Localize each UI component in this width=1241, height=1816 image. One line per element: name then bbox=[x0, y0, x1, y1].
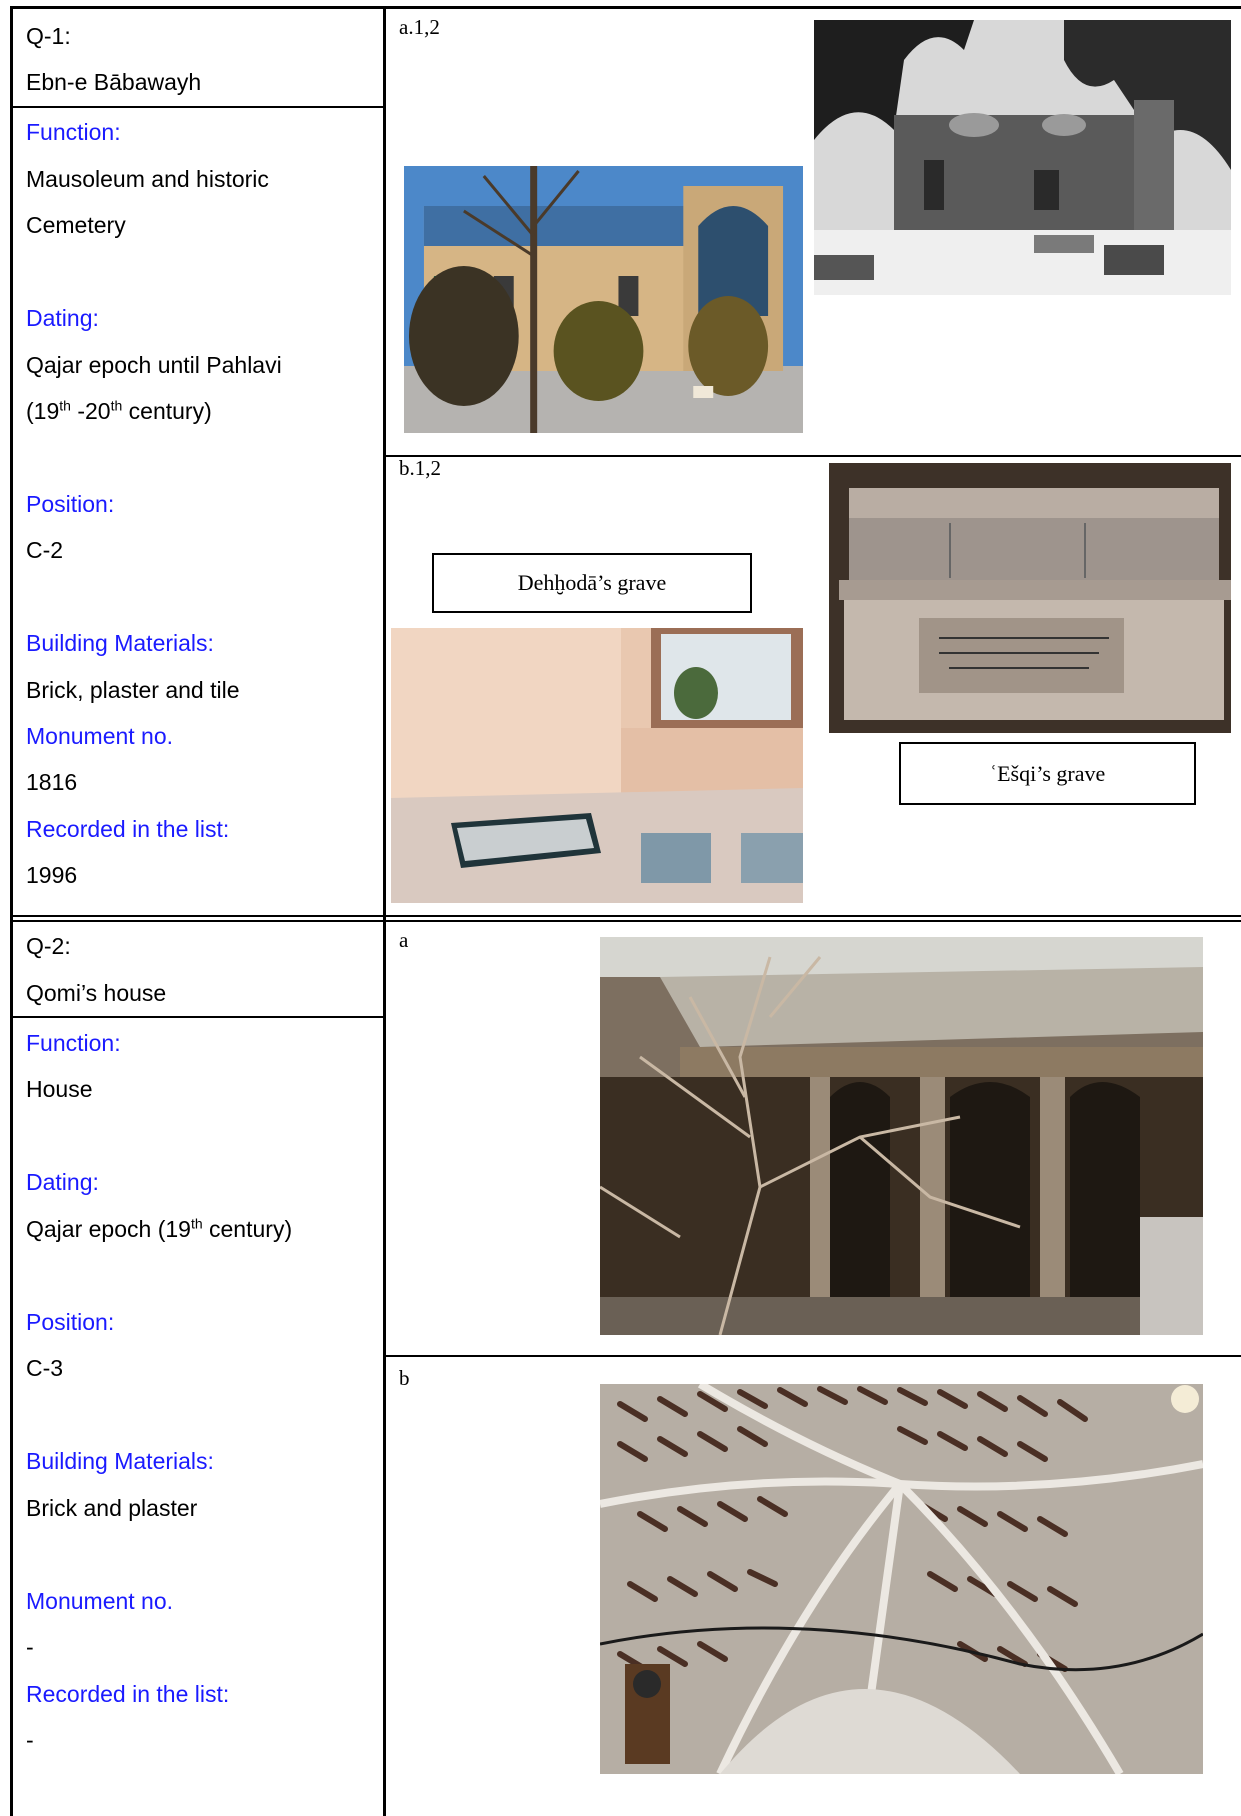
q1-caption-dehkhoda: Dehḫodā’s grave bbox=[432, 553, 752, 613]
q2-function-label: Function: bbox=[26, 1030, 121, 1056]
q1-monument-value: 1816 bbox=[26, 769, 78, 795]
table-top-border bbox=[10, 6, 1241, 9]
q2-recorded-value: - bbox=[26, 1727, 34, 1753]
q1-dating-sup-1: th bbox=[59, 397, 71, 414]
q2-id: Q-2: bbox=[26, 933, 71, 959]
q2-recorded-label: Recorded in the list: bbox=[26, 1681, 230, 1707]
q2-photo-brick-vault bbox=[600, 1384, 1203, 1774]
q1-function-value-1: Mausoleum and historic bbox=[26, 166, 269, 192]
q1-dating-sup-2: th bbox=[110, 397, 123, 414]
q1-materials-value: Brick, plaster and tile bbox=[26, 677, 240, 703]
q2-image-row-divider bbox=[385, 1355, 1241, 1357]
table-left-border bbox=[10, 6, 13, 1816]
q2-dating-label: Dating: bbox=[26, 1169, 99, 1195]
q1-materials-label: Building Materials: bbox=[26, 630, 214, 656]
q2-function-value: House bbox=[26, 1076, 93, 1102]
q1-dating-pre: (19 bbox=[26, 398, 60, 424]
q2-materials-value: Brick and plaster bbox=[26, 1495, 198, 1521]
q1-recorded-value: 1996 bbox=[26, 862, 78, 888]
q1-position-label: Position: bbox=[26, 491, 115, 517]
q1-position-value: C-2 bbox=[26, 537, 64, 563]
q1-photo-eshqi-grave bbox=[829, 463, 1231, 733]
q1-name-divider bbox=[12, 106, 384, 108]
q2-name: Qomi’s house bbox=[26, 980, 167, 1006]
q1-id: Q-1: bbox=[26, 23, 71, 49]
q1-function-label: Function: bbox=[26, 119, 121, 145]
q1-name: Ebn-e Bābawayh bbox=[26, 69, 202, 95]
q2-name-divider bbox=[12, 1016, 384, 1018]
q2-monument-label: Monument no. bbox=[26, 1588, 174, 1614]
q2-materials-label: Building Materials: bbox=[26, 1448, 214, 1474]
record-divider-second bbox=[10, 920, 1241, 922]
q1-recorded-label: Recorded in the list: bbox=[26, 816, 230, 842]
q2-tag-b: b bbox=[399, 1366, 410, 1390]
q1-function-value-2: Cemetery bbox=[26, 212, 126, 238]
q2-position-label: Position: bbox=[26, 1309, 115, 1335]
q2-photo-house-portico bbox=[600, 937, 1203, 1335]
column-divider bbox=[383, 6, 386, 1816]
q1-caption-eshqi-text: ʿEšqi’s grave bbox=[989, 760, 1106, 786]
q1-photo-mausoleum-historic bbox=[814, 20, 1231, 295]
q1-dating-value-2: (19th -20th century) bbox=[26, 397, 212, 425]
q2-dating-pre: Qajar epoch (19 bbox=[26, 1216, 191, 1242]
q1-caption-dehkhoda-text: Dehḫodā’s grave bbox=[517, 570, 667, 595]
q1-image-row-divider bbox=[385, 455, 1241, 457]
q1-tag-a: a.1,2 bbox=[399, 15, 440, 39]
q2-dating-sup: th bbox=[190, 1215, 203, 1232]
q2-position-value: C-3 bbox=[26, 1355, 64, 1381]
q2-monument-value: - bbox=[26, 1634, 34, 1660]
record-divider bbox=[10, 915, 1241, 917]
q2-dating-post: century) bbox=[202, 1216, 293, 1242]
q1-tag-b: b.1,2 bbox=[399, 456, 441, 480]
q2-tag-a: a bbox=[399, 928, 409, 952]
q1-dating-label: Dating: bbox=[26, 305, 99, 331]
q1-monument-label: Monument no. bbox=[26, 723, 174, 749]
q2-dating-value: Qajar epoch (19th century) bbox=[26, 1215, 292, 1243]
q1-dating-mid: -20 bbox=[70, 398, 111, 424]
q1-dating-value-1: Qajar epoch until Pahlavi bbox=[26, 352, 282, 378]
q1-photo-mausoleum-color bbox=[404, 166, 803, 433]
q1-dating-post: century) bbox=[122, 398, 212, 424]
q1-caption-eshqi: ʿEšqi’s grave bbox=[899, 742, 1196, 805]
q1-photo-dehkhoda-grave bbox=[391, 628, 803, 903]
